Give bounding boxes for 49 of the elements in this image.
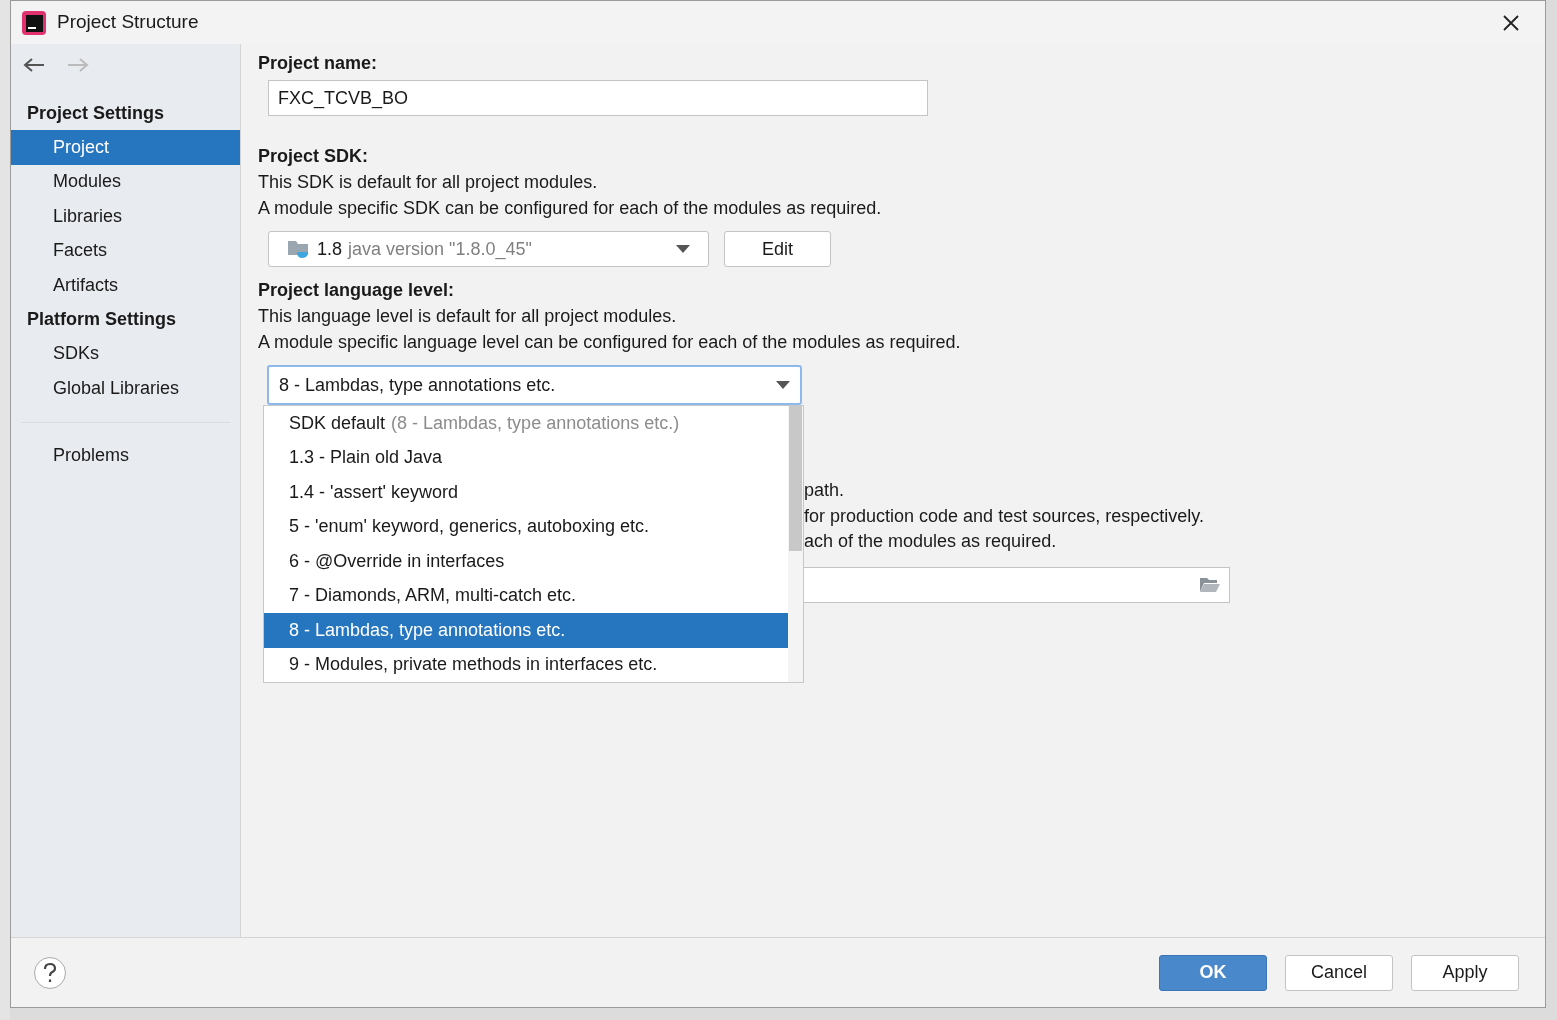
ok-button[interactable]: OK [1159, 954, 1267, 991]
sdk-detail: java version "1.8.0_45" [348, 237, 532, 262]
back-arrow-icon[interactable] [23, 57, 45, 73]
field-label: Project name: [258, 52, 379, 75]
dropdown-option[interactable]: 5 - 'enum' keyword, generics, autoboxing etc. [264, 509, 788, 544]
field-label: Project SDK: [258, 145, 370, 168]
window-title: Project Structure [57, 10, 199, 35]
dropdown-option[interactable]: 6 - @Override in interfaces [264, 544, 788, 579]
description-text: A module specific SDK can be configured for each of the modules as required. [258, 197, 883, 220]
edit-button[interactable]: Edit [724, 231, 831, 267]
scrollbar[interactable] [788, 406, 803, 682]
sdk-version: 1.8 [317, 237, 343, 261]
sidebar-item[interactable]: Facets [11, 233, 240, 268]
app-logo-icon [21, 9, 47, 36]
caret-icon [676, 245, 690, 253]
dropdown-option[interactable]: 7 - Diamonds, ARM, multi-catch etc. [264, 578, 788, 613]
dropdown-option[interactable]: 1.4 - 'assert' keyword [264, 475, 788, 510]
description-text: This language level is default for all project modules. [258, 305, 678, 328]
description-text: path. [804, 479, 845, 503]
folder-icon [287, 239, 311, 259]
help-icon[interactable] [33, 955, 67, 990]
sidebar-item[interactable]: Global Libraries [11, 371, 240, 406]
sdk-dropdown[interactable]: 1.8 java version "1.8.0_45" [268, 231, 709, 267]
sidebar-item[interactable]: Problems [11, 438, 240, 473]
description-text: A module specific language level can be configured for each of the modules as required. [258, 331, 962, 354]
field-label: Project language level: [258, 279, 456, 302]
sidebar-section-title: Project Settings [26, 101, 166, 125]
description-text: ach of the modules as required. [804, 530, 1057, 554]
dropdown-option[interactable]: 1.3 - Plain old Java [264, 440, 788, 475]
sidebar-section-title: Platform Settings [26, 308, 178, 331]
language-level-dropdown[interactable]: 8 - Lambdas, type annotations etc. [267, 365, 802, 405]
folder-icon[interactable] [1199, 576, 1221, 593]
description-text: This SDK is default for all project modules. [258, 171, 599, 194]
dialog-button[interactable]: Cancel [1285, 954, 1393, 991]
sidebar-item[interactable]: Modules [11, 164, 240, 199]
sidebar-item[interactable]: Artifacts [11, 268, 240, 303]
forward-arrow-icon[interactable] [67, 57, 89, 73]
dropdown-option[interactable]: 9 - Modules, private methods in interfaces etc. [264, 647, 788, 682]
description-text: for production code and test sources, respectively. [804, 504, 1204, 528]
sidebar-item[interactable]: SDKs [11, 336, 240, 371]
caret-icon [776, 381, 790, 389]
project-name-field[interactable]: FXC_TCVB_BO [268, 80, 928, 116]
dropdown-option[interactable]: SDK default (8 - Lambdas, type annotations etc.) [264, 406, 788, 441]
dialog-button[interactable]: Apply [1411, 954, 1519, 991]
close-icon[interactable] [1503, 14, 1519, 31]
sidebar-item[interactable]: Libraries [11, 199, 240, 234]
dropdown-option[interactable]: 8 - Lambdas, type annotations etc. [264, 613, 788, 648]
dropdown-value: 8 - Lambdas, type annotations etc. [279, 373, 556, 397]
sidebar-item[interactable]: Project [11, 130, 240, 165]
